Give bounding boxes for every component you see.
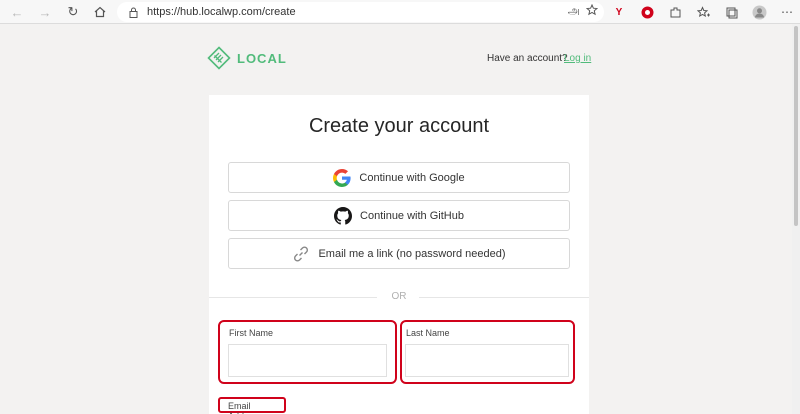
address-bar[interactable]: https://hub.localwp.com/create அ xyxy=(117,2,604,22)
have-account-text: Have an account? xyxy=(487,53,568,64)
first-name-input[interactable] xyxy=(228,344,387,377)
back-icon[interactable]: ← xyxy=(6,1,28,23)
extension-icon-red[interactable] xyxy=(636,1,658,23)
browser-toolbar: ← → ↻ https://hub.localwp.com/create அ Y xyxy=(0,0,800,24)
email-link-button-label: Email me a link (no password needed) xyxy=(318,247,506,260)
url-text[interactable]: https://hub.localwp.com/create xyxy=(147,6,296,18)
page-title: Create your account xyxy=(308,115,490,137)
email-link-button[interactable]: Email me a link (no password needed) xyxy=(228,238,570,269)
link-icon xyxy=(294,245,309,262)
refresh-icon[interactable]: ↻ xyxy=(62,1,84,23)
login-link[interactable]: Log in xyxy=(564,53,591,64)
collections-icon[interactable] xyxy=(720,1,742,23)
continue-with-google-button[interactable]: Continue with Google xyxy=(228,162,570,193)
or-divider: OR xyxy=(209,290,589,304)
github-icon xyxy=(334,206,353,225)
local-logo[interactable]: LOCAL xyxy=(207,46,287,70)
last-name-label: Last Name xyxy=(406,328,450,338)
continue-with-github-button[interactable]: Continue with GitHub xyxy=(228,200,570,231)
home-icon[interactable] xyxy=(89,1,111,23)
first-name-field-highlight: First Name xyxy=(218,320,397,384)
extension-icon-y[interactable]: Y xyxy=(608,1,630,23)
last-name-field-highlight: Last Name xyxy=(400,320,575,384)
scrollbar-thumb[interactable] xyxy=(794,26,798,226)
translate-icon[interactable]: அ xyxy=(568,5,580,19)
extensions-icon[interactable] xyxy=(664,1,686,23)
page-scrollbar[interactable] xyxy=(792,24,800,414)
google-icon xyxy=(333,168,352,187)
divider-text: OR xyxy=(391,291,407,302)
last-name-input[interactable] xyxy=(405,344,569,377)
favorite-add-icon[interactable] xyxy=(585,3,599,19)
lock-icon[interactable] xyxy=(127,6,139,18)
more-icon[interactable]: ⋯ xyxy=(776,1,798,23)
favorites-icon[interactable] xyxy=(692,1,714,23)
local-logo-icon xyxy=(207,46,231,70)
email-address-label: Email Address xyxy=(218,397,286,414)
google-button-label: Continue with Google xyxy=(359,171,465,184)
first-name-label: First Name xyxy=(229,328,274,338)
github-button-label: Continue with GitHub xyxy=(360,209,464,222)
profile-avatar[interactable] xyxy=(748,1,770,23)
forward-icon[interactable]: → xyxy=(34,1,56,23)
logo-text: LOCAL xyxy=(237,50,287,66)
